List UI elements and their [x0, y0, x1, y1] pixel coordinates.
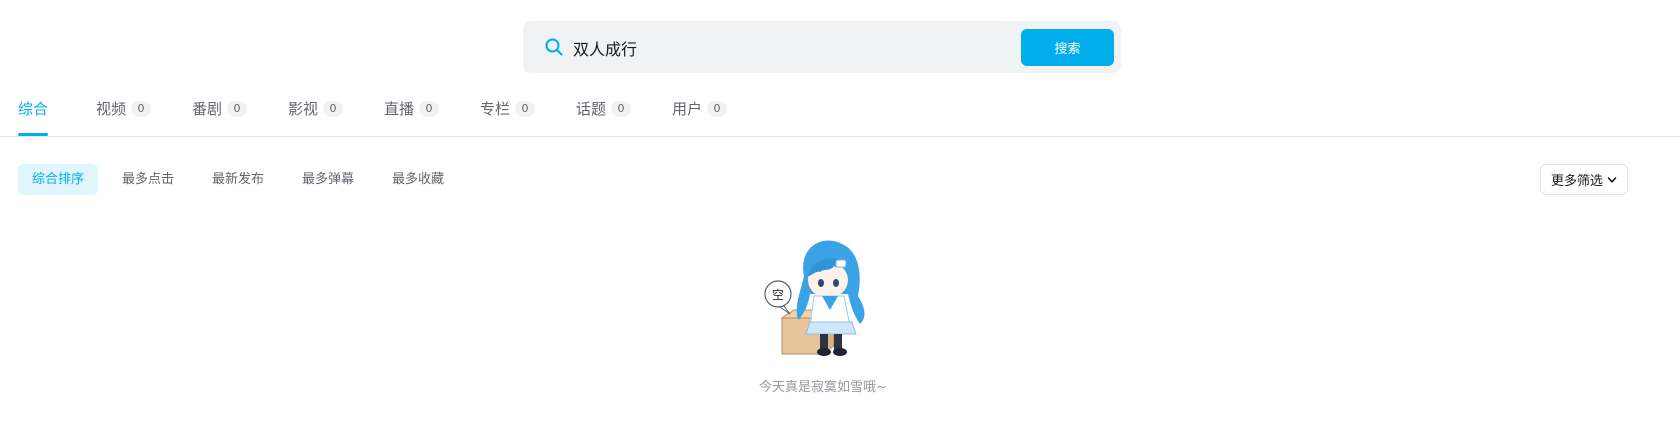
tab-label: 直播 — [384, 100, 415, 118]
tab-count: 0 — [707, 101, 728, 117]
tab-bangumi[interactable]: 番剧 0 — [192, 98, 248, 136]
tab-video[interactable]: 视频 0 — [96, 98, 152, 136]
tab-label: 话题 — [576, 100, 607, 118]
tab-article[interactable]: 专栏 0 — [480, 98, 536, 136]
tab-label: 综合 — [18, 100, 49, 118]
tab-label: 视频 — [96, 100, 127, 118]
empty-state-message: 今天真是寂寞如雪哦~ — [759, 380, 887, 395]
chevron-down-icon — [1607, 176, 1617, 183]
tab-bar: 综合 视频 0 番剧 0 影视 0 直播 0 专栏 0 话题 0 用户 0 — [0, 92, 1680, 137]
tab-user[interactable]: 用户 0 — [672, 98, 728, 136]
tab-count: 0 — [131, 101, 152, 117]
sort-comprehensive[interactable]: 综合排序 — [18, 164, 99, 195]
tab-label: 专栏 — [480, 100, 511, 118]
sort-newest[interactable]: 最新发布 — [198, 164, 278, 195]
search-icon[interactable] — [544, 37, 564, 57]
tab-count: 0 — [611, 101, 632, 117]
search-input[interactable] — [571, 31, 1035, 65]
tab-count: 0 — [323, 101, 344, 117]
tab-topic[interactable]: 话题 0 — [576, 98, 632, 136]
tab-label: 影视 — [288, 100, 319, 118]
tab-label: 用户 — [672, 100, 703, 118]
bubble-text: 空 — [772, 288, 784, 302]
sort-most-danmaku[interactable]: 最多弹幕 — [288, 164, 368, 195]
tab-live[interactable]: 直播 0 — [384, 98, 440, 136]
search-bar: 搜索 — [523, 21, 1121, 73]
tab-all[interactable]: 综合 — [18, 98, 49, 136]
more-filter-label: 更多筛选 — [1550, 174, 1603, 189]
tab-count: 0 — [515, 101, 536, 117]
tab-label: 番剧 — [192, 100, 223, 118]
tab-count: 0 — [227, 101, 248, 117]
more-filter-button[interactable]: 更多筛选 — [1540, 164, 1628, 195]
sort-most-clicked[interactable]: 最多点击 — [108, 164, 188, 195]
search-button[interactable]: 搜索 — [1021, 29, 1114, 66]
tab-count: 0 — [419, 101, 440, 117]
empty-mascot-illustration: 空 — [764, 240, 865, 356]
tab-movie[interactable]: 影视 0 — [288, 98, 344, 136]
sort-most-favorited[interactable]: 最多收藏 — [378, 164, 458, 195]
